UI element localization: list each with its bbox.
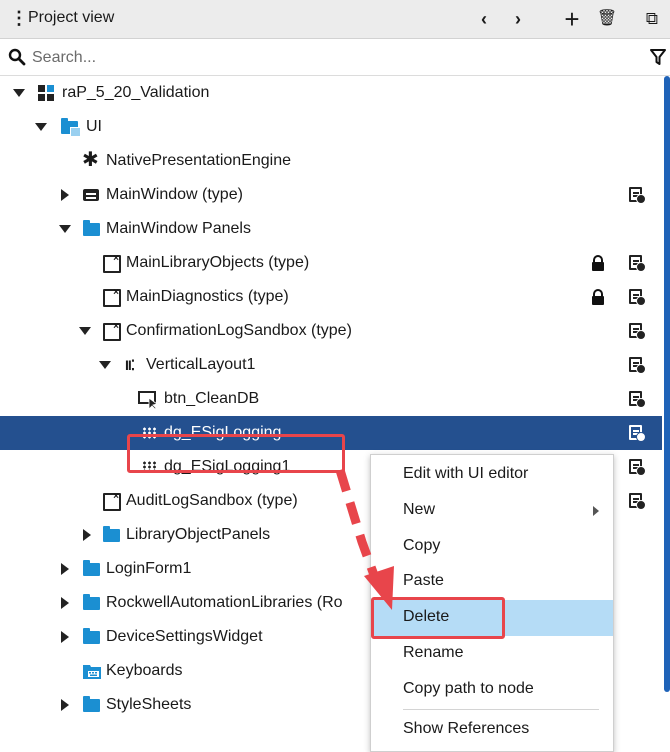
menu-separator <box>403 709 599 710</box>
properties-icon[interactable] <box>629 255 646 272</box>
folder-icon <box>82 594 102 612</box>
panel-menu-icon[interactable]: ⋮ <box>10 8 28 28</box>
properties-icon[interactable] <box>629 323 646 340</box>
tree-row-project[interactable]: raP_5_20_Validation <box>0 76 662 110</box>
properties-icon[interactable] <box>629 187 646 204</box>
tree-row-btn-cleandb[interactable]: btn_CleanDB <box>0 382 662 416</box>
keyboard-folder-icon <box>82 662 102 680</box>
menu-item-paste[interactable]: Paste <box>371 564 613 600</box>
expander-right-icon[interactable] <box>58 596 72 610</box>
tree-row-mainwindow-panels[interactable]: MainWindow Panels <box>0 212 662 246</box>
tree-item-label: DeviceSettingsWidget <box>106 628 263 645</box>
selected-item-highlight <box>127 434 345 473</box>
tree-row-ui[interactable]: UI <box>0 110 662 144</box>
properties-icon[interactable] <box>629 425 646 442</box>
back-icon[interactable]: ‹ <box>474 7 494 31</box>
menu-item-label: Show References <box>403 720 530 737</box>
tree-item-label: MainLibraryObjects (type) <box>126 254 310 271</box>
tree-item-label: VerticalLayout1 <box>146 356 256 373</box>
menu-item-copy[interactable]: Copy <box>371 529 613 565</box>
properties-icon[interactable] <box>629 493 646 510</box>
tree-item-label: raP_5_20_Validation <box>62 84 210 101</box>
panel-icon <box>102 253 122 273</box>
project-icon <box>38 84 58 102</box>
menu-item-new[interactable]: New <box>371 493 613 529</box>
menu-item-rename[interactable]: Rename <box>371 636 613 672</box>
expander-right-icon[interactable] <box>58 630 72 644</box>
expander-right-icon[interactable] <box>80 528 94 542</box>
folder-icon <box>82 696 102 714</box>
panel-icon <box>102 491 122 511</box>
properties-icon[interactable] <box>629 289 646 306</box>
tree-item-label: LoginForm1 <box>106 560 192 577</box>
properties-icon[interactable] <box>629 357 646 374</box>
tree-row-verticallayout1[interactable]: II⁚ VerticalLayout1 <box>0 348 662 382</box>
gear-icon: ✱ <box>82 149 99 171</box>
tree-item-label: UI <box>86 118 102 135</box>
search-bar <box>0 39 670 76</box>
button-icon <box>138 390 158 410</box>
folder-icon <box>82 560 102 578</box>
search-icon <box>8 48 26 66</box>
project-view-header: ⋮ Project view ‹ › + 🗑 ⧉ <box>0 0 670 39</box>
vertical-scrollbar[interactable] <box>664 76 670 692</box>
tree-item-label: NativePresentationEngine <box>106 152 292 169</box>
forward-icon[interactable]: › <box>508 7 528 31</box>
folder-icon <box>82 628 102 646</box>
panel-icon <box>102 287 122 307</box>
lock-icon <box>592 255 604 271</box>
tree-item-label: StyleSheets <box>106 696 192 713</box>
expander-down-icon[interactable] <box>12 86 26 100</box>
trash-icon[interactable]: 🗑 <box>596 7 618 31</box>
delete-highlight <box>371 597 505 639</box>
lock-icon <box>592 289 604 305</box>
tree-item-label: AuditLogSandbox (type) <box>126 492 298 509</box>
tree-item-label: btn_CleanDB <box>164 390 260 407</box>
tree-row-maindiagnostics[interactable]: MainDiagnostics (type) <box>0 280 662 314</box>
panel-icon <box>102 321 122 341</box>
menu-item-label: Copy path to node <box>403 680 534 697</box>
tree-row-native-presentation-engine[interactable]: ✱ NativePresentationEngine <box>0 144 662 178</box>
expander-right-icon[interactable] <box>58 562 72 576</box>
expander-right-icon[interactable] <box>58 188 72 202</box>
expander-right-icon[interactable] <box>58 698 72 712</box>
menu-item-label: New <box>403 501 436 518</box>
expander-down-icon[interactable] <box>98 358 112 372</box>
tree-row-confirmationlogsandbox[interactable]: ConfirmationLogSandbox (type) <box>0 314 662 348</box>
submenu-arrow-icon <box>593 506 599 516</box>
menu-item-copy-path-to-node[interactable]: Copy path to node <box>371 672 613 708</box>
panel-title: Project view <box>28 9 115 26</box>
vertical-layout-icon: II⁚ <box>125 357 135 373</box>
tree-item-label: Keyboards <box>106 662 183 679</box>
tree-item-label: MainWindow (type) <box>106 186 243 203</box>
menu-item-label: Edit with UI editor <box>403 465 529 482</box>
popout-icon[interactable]: ⧉ <box>642 7 662 31</box>
filter-icon[interactable] <box>650 49 666 65</box>
folder-icon <box>82 220 102 238</box>
tree-item-label: MainWindow Panels <box>106 220 251 237</box>
menu-item-label: Rename <box>403 644 464 661</box>
tree-item-label: LibraryObjectPanels <box>126 526 271 543</box>
add-icon[interactable]: + <box>560 6 584 32</box>
tree-item-label: ConfirmationLogSandbox (type) <box>126 322 352 339</box>
search-input[interactable] <box>30 45 614 71</box>
folder-icon <box>102 526 122 544</box>
tree-row-mainlibraryobjects[interactable]: MainLibraryObjects (type) <box>0 246 662 280</box>
tree-item-label: MainDiagnostics (type) <box>126 288 289 305</box>
window-icon <box>82 186 102 204</box>
menu-item-label: Paste <box>403 572 444 589</box>
menu-item-show-references[interactable]: Show References <box>371 712 613 748</box>
expander-down-icon[interactable] <box>58 222 72 236</box>
tree-row-mainwindow[interactable]: MainWindow (type) <box>0 178 662 212</box>
ui-folder-icon <box>60 118 81 137</box>
expander-down-icon[interactable] <box>34 120 48 134</box>
tree-item-label: RockwellAutomationLibraries (Ro <box>106 594 343 611</box>
menu-item-edit-with-ui-editor[interactable]: Edit with UI editor <box>371 457 613 493</box>
properties-icon[interactable] <box>629 459 646 476</box>
properties-icon[interactable] <box>629 391 646 408</box>
menu-item-label: Copy <box>403 537 441 554</box>
expander-down-icon[interactable] <box>78 324 92 338</box>
